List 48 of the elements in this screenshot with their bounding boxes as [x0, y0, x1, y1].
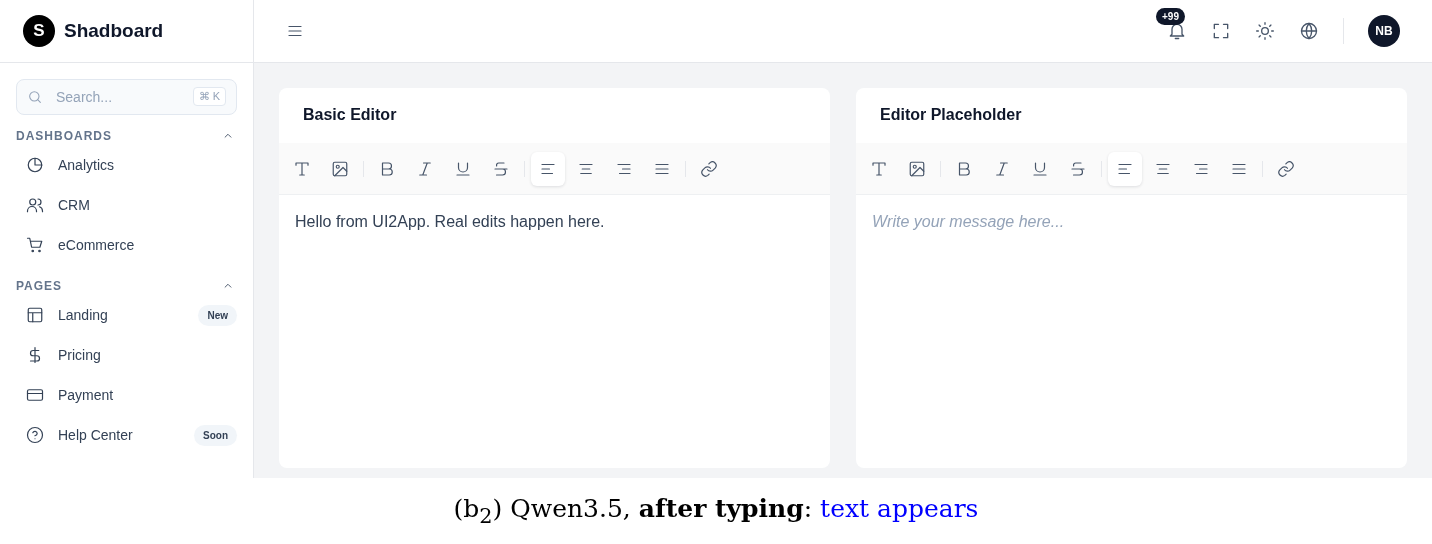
sidebar-item[interactable]: Help Center Soon	[16, 415, 237, 455]
sun-icon	[1255, 21, 1275, 41]
layout-icon	[26, 306, 44, 324]
underline-icon	[1031, 159, 1049, 178]
link-icon	[1277, 159, 1295, 178]
sidebar-item[interactable]: Analytics	[16, 145, 237, 185]
align-left-button[interactable]	[531, 151, 565, 186]
credit-card-icon	[26, 386, 44, 404]
strikethrough-icon	[492, 159, 510, 178]
italic-icon	[993, 159, 1011, 178]
editor-field[interactable]: Hello from UI2App. Real edits happen here.	[279, 195, 830, 468]
editor-field[interactable]: Write your message here...	[856, 195, 1407, 468]
globe-icon	[1299, 21, 1319, 41]
text-icon	[870, 159, 888, 178]
fullscreen-icon	[1211, 21, 1231, 41]
fullscreen-button[interactable]	[1211, 21, 1231, 41]
figure-caption: (b$_{2}$) Qwen3.5, after typing: text appears	[453, 494, 979, 528]
theme-button[interactable]	[1255, 21, 1275, 41]
status-badge: New	[198, 304, 237, 326]
help-circle-icon	[26, 426, 44, 444]
pie-chart-icon	[26, 156, 44, 174]
image-icon	[908, 159, 926, 178]
search-icon	[27, 89, 43, 105]
section-title: PAGES	[16, 279, 63, 293]
notification-count: +99	[1156, 8, 1185, 25]
link-icon	[700, 159, 718, 178]
italic-icon	[416, 159, 434, 178]
align-left-button[interactable]	[1108, 151, 1142, 186]
image-icon	[331, 159, 349, 178]
user-avatar[interactable]: NB	[1368, 15, 1400, 47]
sidebar-item[interactable]: CRM	[16, 185, 237, 225]
strikethrough-icon	[1069, 159, 1087, 178]
logo-mark: S	[23, 15, 55, 47]
sidebar-item[interactable]: eCommerce	[16, 225, 237, 265]
sidebar-item[interactable]: Pricing	[16, 335, 237, 375]
users-icon	[26, 196, 44, 214]
underline-icon	[454, 159, 472, 178]
sidebar-item[interactable]: Landing New	[16, 295, 237, 335]
card-title: Editor Placeholder	[856, 88, 1407, 143]
card-title: Basic Editor	[279, 88, 830, 143]
text-icon	[293, 159, 311, 178]
shortcut-hint: ⌘ K	[192, 87, 226, 106]
section-title: DASHBOARDS	[16, 129, 112, 143]
language-button[interactable]	[1299, 21, 1319, 41]
status-badge: Soon	[194, 424, 237, 446]
brand-name: Shadboard	[64, 20, 164, 42]
cart-icon	[26, 236, 44, 254]
sidebar-item[interactable]: Payment	[16, 375, 237, 415]
